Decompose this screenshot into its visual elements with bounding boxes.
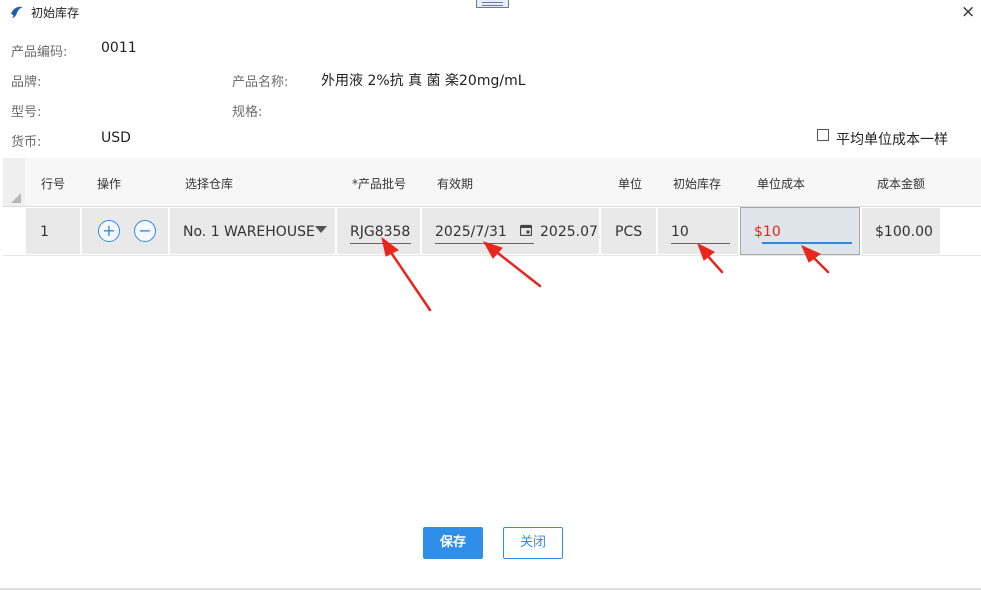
save-button[interactable]: 保存 <box>423 527 483 559</box>
annotation-arrow-icon <box>697 242 715 261</box>
annotation-arrow-icon <box>381 236 399 257</box>
close-button[interactable]: 关闭 <box>503 527 563 559</box>
annotation-arrow-icon <box>492 248 542 288</box>
annotation-layer <box>381 236 830 312</box>
annotation-arrow-icon <box>386 246 432 312</box>
